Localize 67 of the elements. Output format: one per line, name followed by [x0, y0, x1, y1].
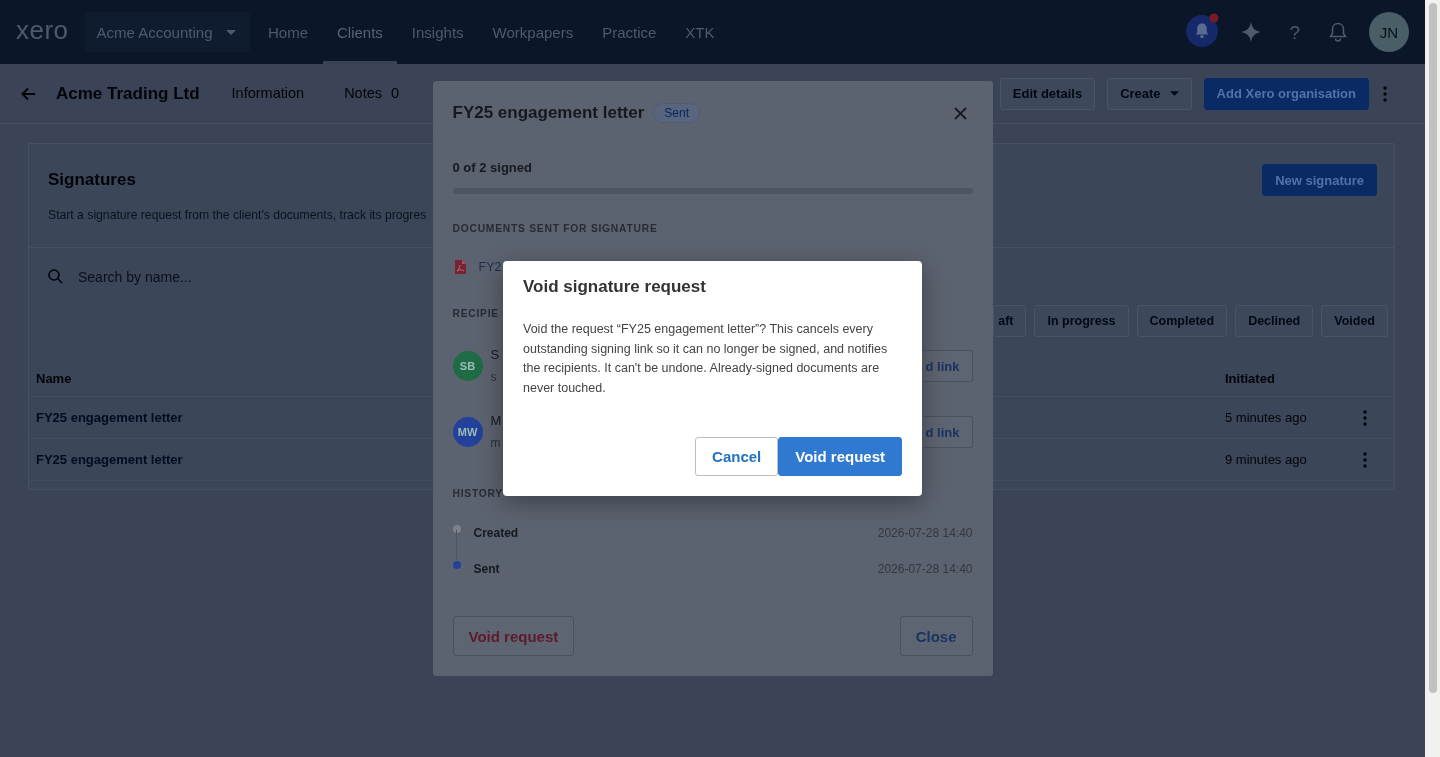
pdf-file-icon: [454, 260, 466, 274]
nav-tab[interactable]: Clients: [322, 0, 398, 64]
column-header: Initiated: [1225, 371, 1275, 386]
section-heading: RECIPIE: [452, 307, 499, 321]
cancel-button[interactable]: Cancel: [695, 437, 779, 476]
logo[interactable]: xero: [16, 17, 69, 43]
section-title: Signatures: [48, 169, 137, 191]
new-signature-button[interactable]: New signature: [1262, 164, 1377, 196]
table-cell: 9 minutes ago: [1225, 452, 1307, 467]
document-link[interactable]: FY2: [478, 260, 502, 274]
history-event: Created: [473, 526, 519, 540]
add-organisation-button[interactable]: Add Xero organisation: [1203, 77, 1369, 110]
close-button[interactable]: Close: [899, 616, 973, 656]
scrollbar-thumb[interactable]: [1428, 3, 1437, 693]
help-button[interactable]: ?: [1289, 22, 1300, 42]
progress-label: 0 of 2 signed: [452, 159, 532, 177]
more-icon[interactable]: [1363, 409, 1367, 426]
tab-count: 0: [391, 84, 400, 101]
dialog-title: FY25 engagement letter: [452, 102, 645, 124]
table-cell: 5 minutes ago: [1225, 410, 1307, 425]
organisation-switcher[interactable]: Acme Accounting: [84, 12, 251, 52]
client-name: Acme Trading Ltd: [56, 83, 200, 104]
void-request-button[interactable]: Void request: [452, 616, 575, 656]
dialog-message: Void the request “FY25 engagement letter”? This cancels every outstanding signing link so it can no longer be signed, and notifies the recipients. It can't be undone. Already-signed documents are never touched.: [523, 321, 889, 397]
column-header: Name: [36, 371, 72, 386]
nav-tab[interactable]: XTK: [670, 0, 730, 64]
nav-tab[interactable]: Home: [253, 0, 323, 64]
caret-icon: [1169, 91, 1179, 96]
client-tab[interactable]: Notes 0: [324, 63, 420, 124]
recipient-avatar: MW: [452, 417, 483, 447]
filter-chip[interactable]: Voided: [1321, 305, 1388, 337]
scrollbar[interactable]: [1425, 0, 1440, 757]
notification-bell-icon[interactable]: [1186, 13, 1221, 47]
more-icon[interactable]: [1363, 451, 1367, 468]
section-heading: HISTORY: [452, 487, 503, 501]
filter-chip[interactable]: In progress: [1034, 305, 1129, 337]
nav-tab[interactable]: Workpapers: [478, 0, 588, 64]
recipient-name: S: [490, 346, 500, 364]
document-link[interactable]: FY25 engagement letter: [36, 452, 183, 467]
recipient-avatar: SB: [452, 351, 483, 381]
dialog-title: Void signature request: [523, 277, 707, 297]
document-link[interactable]: FY25 engagement letter: [36, 410, 183, 425]
caret-icon: [226, 29, 237, 35]
edit-button[interactable]: Edit details: [999, 77, 1096, 110]
resend-link-button[interactable]: d link: [921, 416, 973, 448]
filter-chip[interactable]: aft: [993, 305, 1027, 337]
search-field[interactable]: Search by name...: [78, 265, 378, 288]
nav-tab[interactable]: Insights: [397, 0, 479, 64]
bell-icon[interactable]: [1329, 22, 1347, 42]
resend-link-button[interactable]: d link: [921, 350, 973, 382]
create-dropdown-button[interactable]: Create: [1107, 77, 1192, 110]
recipient-name: M: [490, 412, 502, 430]
user-avatar[interactable]: JN: [1369, 12, 1409, 52]
section-description: Start a signature request from the client's documents, track its progres: [48, 208, 427, 222]
back-arrow-icon[interactable]: [20, 86, 36, 101]
status-badge: Sent: [653, 103, 700, 123]
confirm-void-button[interactable]: Void request: [778, 437, 902, 476]
more-icon[interactable]: [1383, 85, 1387, 102]
nav-tab[interactable]: Practice: [587, 0, 671, 64]
client-tab[interactable]: Information: [211, 63, 325, 124]
sparkle-icon[interactable]: [1241, 22, 1262, 42]
history-event: Sent: [473, 562, 500, 576]
section-heading: DOCUMENTS SENT FOR SIGNATURE: [452, 222, 658, 236]
close-icon[interactable]: [953, 106, 967, 120]
search-icon: [48, 269, 63, 284]
filter-chip[interactable]: Declined: [1235, 305, 1314, 337]
filter-chip[interactable]: Completed: [1136, 305, 1228, 337]
